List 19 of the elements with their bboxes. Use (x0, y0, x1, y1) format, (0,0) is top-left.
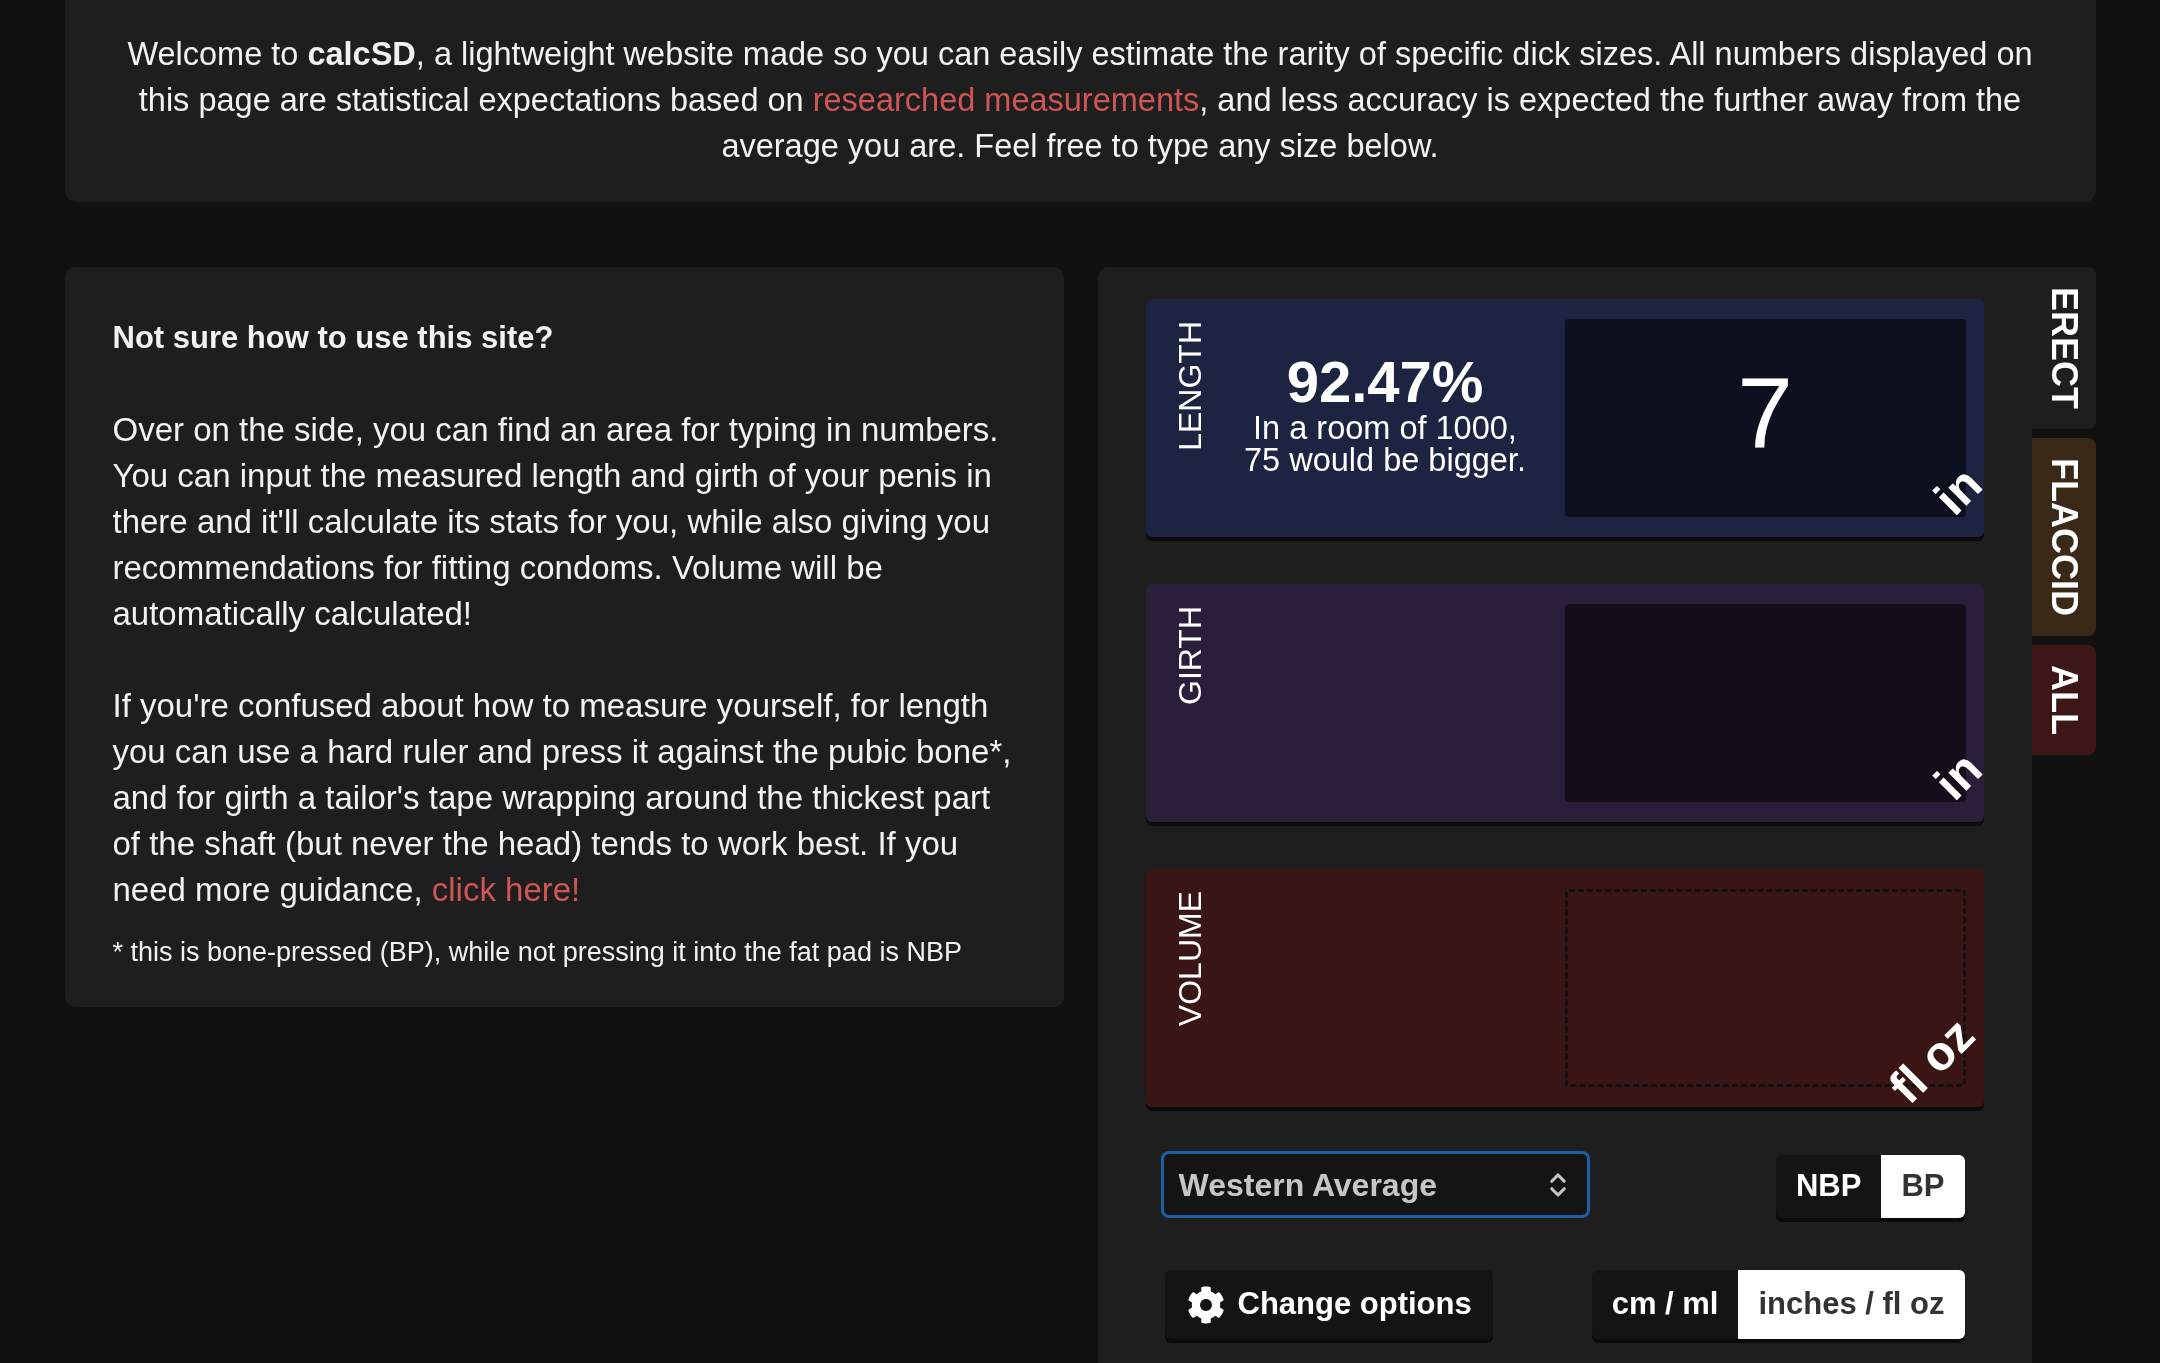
percentile-value: 92.47% (1286, 352, 1484, 412)
population-select[interactable]: Western Average (1160, 1151, 1590, 1218)
intro-text: Welcome to calcSD, a lightweight website made so you can easily estimate the rarity of specific dick sizes. All numbers displayed on this page are statistical expectations based on researched measurements, and less accuracy is expected the further away from the average you are. Feel free to type any size below. (126, 35, 2034, 166)
measurement-label: VOLUME (1173, 891, 1206, 1027)
measurement-label: LENGTH (1173, 321, 1206, 451)
footnote-text: * this is bone-pressed (BP), while not pressing it into the fat pad is NBP (112, 936, 963, 969)
help-paragraph: Over on the side, you can find an area for typing in numbers. You can input the measured length and girth of your penis in there and it'll calculate its stats for you, while also giving you recommendations for fitting condoms. Volume will be automatically calculated! (112, 410, 1000, 634)
rarity-description: In a room of 1000, 75 would be bigger. (1244, 412, 1526, 476)
unit-label: in (1926, 743, 1991, 809)
guidance-link[interactable]: click here! (431, 871, 581, 908)
measurements-link[interactable]: researched measurements (812, 82, 1200, 118)
help-paragraph: If you're confused about how to measure yourself, for length you can use a hard ruler and press it against the pubic bone*, and for girth a tailor's tape wrapping around the thickest part of the shaft (but never the head) tends to work best. If you need more guidance, click here! (112, 686, 1013, 910)
category-tab[interactable]: ALL (2031, 645, 2096, 755)
category-tab[interactable]: ERECT (2031, 267, 2096, 429)
measurement-label: GIRTH (1173, 606, 1206, 705)
category-tab[interactable]: FLACCID (2031, 438, 2096, 636)
gear-icon (1186, 1285, 1225, 1324)
unit-label: fl oz (1880, 1010, 1983, 1112)
help-heading: Not sure how to use this site? (112, 319, 555, 357)
